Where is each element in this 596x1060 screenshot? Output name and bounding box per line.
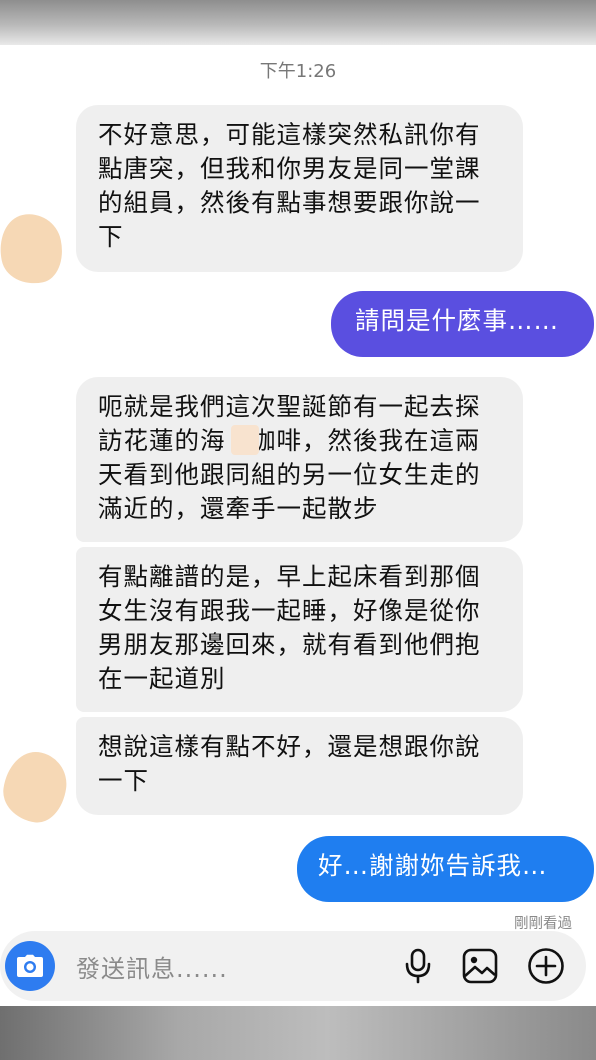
seen-status: 剛剛看過 — [514, 916, 572, 932]
incoming-message-bubble[interactable]: 不好意思，可能這樣突然私訊你有 點唐突，但我和你男友是同一堂課 的組員，然後有點… — [76, 105, 523, 272]
camera-button[interactable] — [5, 941, 55, 991]
bottom-blurred-region — [0, 1006, 596, 1060]
top-blurred-region — [0, 0, 596, 45]
outgoing-message-bubble[interactable]: 好…謝謝妳告訴我… — [297, 836, 594, 902]
incoming-message-bubble[interactable]: 想說這樣有點不好，還是想跟你說 一下 — [76, 717, 523, 815]
message-composer: 發送訊息...... — [0, 931, 586, 1001]
message-input[interactable]: 發送訊息...... — [76, 949, 228, 984]
incoming-message-bubble[interactable]: 有點離譜的是，早上起床看到那個 女生沒有跟我一起睡，好像是從你 男朋友那邊回來，… — [76, 547, 523, 712]
incoming-message-bubble[interactable]: 呃就是我們這次聖誕節有一起去探 訪花蓮的海 咖啡，然後我在這兩 天看到他跟同組的… — [76, 377, 523, 542]
gallery-icon — [462, 948, 498, 984]
add-icon — [528, 948, 564, 984]
add-button[interactable] — [527, 947, 565, 985]
sender-avatar[interactable] — [0, 208, 69, 290]
microphone-icon — [405, 948, 431, 984]
microphone-button[interactable] — [399, 947, 437, 985]
message-timestamp: 下午1:26 — [259, 61, 337, 82]
camera-icon — [17, 954, 43, 977]
sender-avatar[interactable] — [0, 748, 71, 826]
gallery-button[interactable] — [461, 947, 499, 985]
outgoing-message-bubble[interactable]: 請問是什麼事…… — [331, 291, 594, 357]
censor-mask — [231, 425, 259, 455]
